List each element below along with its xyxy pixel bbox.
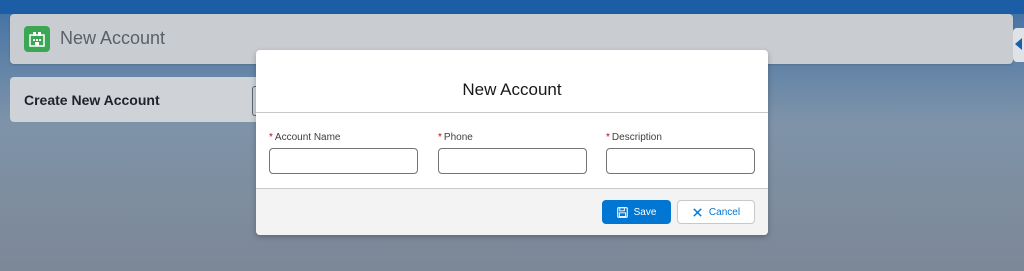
phone-input[interactable]	[438, 148, 587, 174]
phone-label: * Phone	[438, 132, 473, 143]
close-icon	[692, 207, 703, 218]
description-label: * Description	[606, 132, 662, 143]
cancel-label: Cancel	[708, 206, 741, 218]
modal-title: New Account	[462, 80, 562, 99]
account-name-input[interactable]	[269, 148, 418, 174]
phone-field: * Phone	[438, 132, 587, 174]
save-label: Save	[633, 206, 657, 218]
required-marker: *	[269, 132, 273, 143]
description-input[interactable]	[606, 148, 755, 174]
chevron-left-icon	[1015, 38, 1022, 50]
card-title: Create New Account	[24, 92, 160, 108]
new-account-modal: New Account * Account Name * Phone * Descri…	[256, 50, 768, 235]
page-background-band	[0, 0, 1024, 14]
save-button[interactable]: Save	[602, 200, 671, 224]
modal-header: New Account	[256, 50, 768, 113]
account-name-label: * Account Name	[269, 132, 341, 143]
save-icon	[616, 206, 628, 218]
description-field: * Description	[606, 132, 755, 174]
modal-footer: Save Cancel	[256, 188, 768, 235]
cancel-button[interactable]: Cancel	[677, 200, 755, 224]
create-account-card: Create New Account	[10, 77, 259, 122]
required-marker: *	[438, 132, 442, 143]
utility-panel-toggle[interactable]	[1013, 28, 1024, 62]
account-icon	[24, 26, 50, 52]
page-title: New Account	[60, 28, 166, 48]
account-name-field: * Account Name	[269, 132, 418, 174]
required-marker: *	[606, 132, 610, 143]
